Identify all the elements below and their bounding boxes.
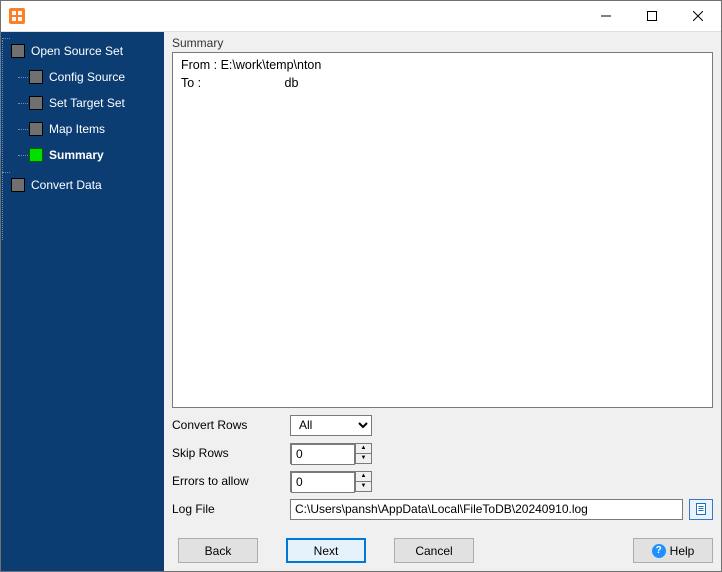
select-convert-rows[interactable]: All (290, 415, 372, 436)
label-log-file: Log File (172, 502, 290, 516)
document-icon (694, 502, 708, 516)
options-form: Convert Rows All Skip Rows ▲ ▼ (172, 414, 713, 526)
input-skip-rows[interactable] (291, 444, 355, 465)
wizard-steps-sidebar: Open Source Set Config Source Set Target… (1, 32, 164, 571)
row-skip-rows: Skip Rows ▲ ▼ (172, 442, 713, 464)
back-button[interactable]: Back (178, 538, 258, 563)
wizard-step-open-source-set[interactable]: Open Source Set (11, 38, 164, 64)
node-icon (11, 44, 25, 58)
node-icon (29, 122, 43, 136)
minimize-button[interactable] (583, 1, 629, 31)
spin-down-icon[interactable]: ▼ (356, 454, 371, 463)
window-controls (583, 1, 721, 31)
label-errors-allow: Errors to allow (172, 474, 290, 488)
label-convert-rows: Convert Rows (172, 418, 290, 432)
input-errors-allow[interactable] (291, 472, 355, 493)
node-icon (11, 178, 25, 192)
wizard-step-set-target-set[interactable]: Set Target Set (29, 90, 164, 116)
spin-up-icon[interactable]: ▲ (356, 444, 371, 454)
cancel-button[interactable]: Cancel (394, 538, 474, 563)
next-button[interactable]: Next (286, 538, 366, 563)
node-label: Open Source Set (31, 44, 123, 58)
wizard-step-config-source[interactable]: Config Source (29, 64, 164, 90)
close-button[interactable] (675, 1, 721, 31)
button-label: Next (314, 544, 339, 558)
node-label: Summary (49, 148, 104, 162)
node-icon (29, 70, 43, 84)
spin-up-icon[interactable]: ▲ (356, 472, 371, 482)
button-label: Back (205, 544, 232, 558)
row-convert-rows: Convert Rows All (172, 414, 713, 436)
button-label: Help (670, 544, 695, 558)
node-label: Config Source (49, 70, 125, 84)
node-icon (29, 148, 43, 162)
wizard-step-summary[interactable]: Summary (29, 142, 164, 168)
node-label: Set Target Set (49, 96, 125, 110)
app-icon (9, 8, 25, 24)
summary-textarea[interactable]: From : E:\work\temp\nton To : db (172, 52, 713, 408)
node-label: Convert Data (31, 178, 102, 192)
button-label: Cancel (415, 544, 452, 558)
node-icon (29, 96, 43, 110)
spinner-skip-rows[interactable]: ▲ ▼ (290, 443, 372, 464)
row-errors-allow: Errors to allow ▲ ▼ (172, 470, 713, 492)
section-title: Summary (164, 32, 721, 52)
input-log-file[interactable] (290, 499, 683, 520)
node-label: Map Items (49, 122, 105, 136)
browse-log-file-button[interactable] (689, 499, 713, 520)
wizard-step-convert-data[interactable]: Convert Data (11, 172, 164, 198)
row-log-file: Log File (172, 498, 713, 520)
main-panel: Summary From : E:\work\temp\nton To : db… (164, 32, 721, 571)
help-button[interactable]: ? Help (633, 538, 713, 563)
wizard-footer: Back Next Cancel ? Help (164, 530, 721, 571)
spinner-errors-allow[interactable]: ▲ ▼ (290, 471, 372, 492)
wizard-step-map-items[interactable]: Map Items (29, 116, 164, 142)
title-bar (1, 1, 721, 32)
app-window: Open Source Set Config Source Set Target… (0, 0, 722, 572)
maximize-button[interactable] (629, 1, 675, 31)
help-icon: ? (652, 544, 666, 558)
label-skip-rows: Skip Rows (172, 446, 290, 460)
spin-down-icon[interactable]: ▼ (356, 482, 371, 491)
